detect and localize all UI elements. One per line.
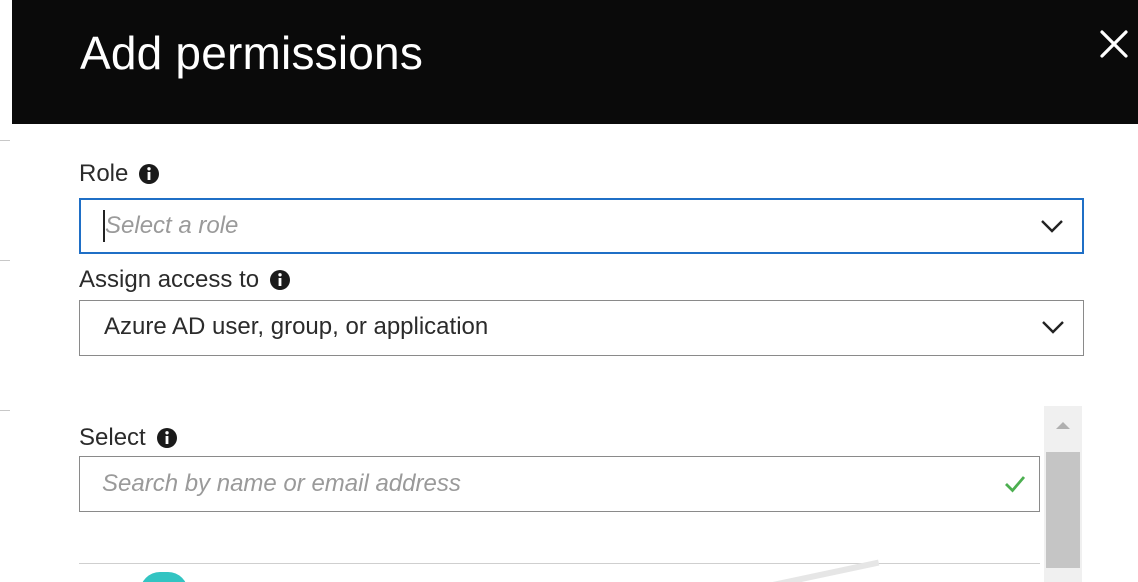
scroll-up-arrow-icon[interactable] <box>1044 420 1082 436</box>
edge-tick <box>0 140 10 141</box>
dialog-title: Add permissions <box>80 27 424 79</box>
chevron-down-icon <box>1040 216 1064 236</box>
role-dropdown[interactable]: Select a role <box>79 198 1084 254</box>
assign-access-label-row: Assign access to <box>79 266 291 294</box>
select-label-row: Select <box>79 424 178 452</box>
edge-tick <box>0 410 10 411</box>
info-icon[interactable] <box>269 269 291 291</box>
left-edge <box>0 0 12 582</box>
member-search-box[interactable] <box>79 456 1040 512</box>
dialog-header: Add permissions <box>12 0 1138 124</box>
chevron-down-icon <box>1041 317 1065 337</box>
edge-tick <box>0 260 10 261</box>
scrollbar-thumb[interactable] <box>1046 452 1080 568</box>
role-label-row: Role <box>79 160 160 188</box>
assign-access-dropdown[interactable]: Azure AD user, group, or application <box>79 300 1084 356</box>
checkmark-icon <box>1003 473 1027 495</box>
avatar <box>140 572 188 582</box>
info-icon[interactable] <box>156 427 178 449</box>
member-search-input[interactable] <box>80 457 980 511</box>
close-icon[interactable] <box>1094 24 1134 64</box>
assign-access-label: Assign access to <box>79 266 260 293</box>
role-label: Role <box>79 160 129 187</box>
select-label: Select <box>79 424 146 451</box>
assign-access-value: Azure AD user, group, or application <box>104 313 489 340</box>
role-placeholder: Select a role <box>105 212 239 239</box>
vertical-scrollbar[interactable] <box>1044 406 1082 582</box>
info-icon[interactable] <box>138 163 160 185</box>
list-divider <box>79 563 1040 564</box>
